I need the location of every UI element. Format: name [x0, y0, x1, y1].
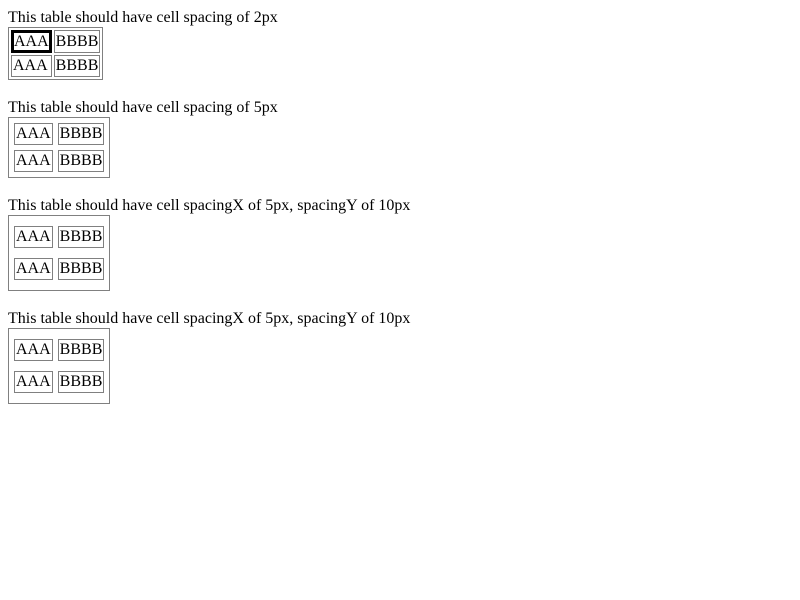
page: This table should have cell spacing of 2…: [8, 8, 792, 404]
table-row: AAA BBBB: [14, 123, 105, 145]
table-row: AAA BBBB: [11, 55, 101, 77]
table-cell[interactable]: AAA: [14, 371, 53, 393]
table-cell[interactable]: BBBB: [57, 371, 105, 393]
table-row: AAA BBBB: [11, 30, 101, 53]
table-cell[interactable]: BBBB: [53, 30, 101, 53]
section-caption: This table should have cell spacing of 5…: [8, 99, 278, 116]
table-cell[interactable]: BBBB: [57, 258, 105, 280]
spacing-table: AAA BBBB AAA BBBB: [8, 117, 111, 178]
table-row: AAA BBBB: [14, 150, 105, 172]
spacing-table: AAA BBBB AAA BBBB: [8, 27, 104, 80]
table-cell[interactable]: BBBB: [57, 226, 105, 248]
table-cell[interactable]: BBBB: [53, 55, 101, 77]
section-cell-spacing-xy: This table should have cell spacingX of …: [8, 196, 792, 291]
section-cell-spacing-2px: This table should have cell spacing of 2…: [8, 8, 792, 80]
table-cell[interactable]: AAA: [14, 150, 53, 172]
section-cell-spacing-5px: This table should have cell spacing of 5…: [8, 98, 792, 178]
section-caption: This table should have cell spacingX of …: [8, 197, 411, 214]
table-row: AAA BBBB: [14, 226, 105, 248]
section-caption: This table should have cell spacing of 2…: [8, 9, 278, 26]
table-cell[interactable]: BBBB: [57, 150, 105, 172]
table-cell[interactable]: AAA: [14, 258, 53, 280]
table-cell[interactable]: AAA: [11, 55, 52, 77]
table-row: AAA BBBB: [14, 371, 105, 393]
table-cell[interactable]: AAA: [14, 123, 53, 145]
table-row: AAA BBBB: [14, 339, 105, 361]
table-cell[interactable]: BBBB: [57, 123, 105, 145]
table-cell[interactable]: AAA: [11, 30, 52, 53]
spacing-table: AAA BBBB AAA BBBB: [8, 328, 111, 404]
table-cell[interactable]: AAA: [14, 339, 53, 361]
spacing-table: AAA BBBB AAA BBBB: [8, 215, 111, 291]
table-cell[interactable]: AAA: [14, 226, 53, 248]
table-cell[interactable]: BBBB: [57, 339, 105, 361]
section-cell-spacing-xy: This table should have cell spacingX of …: [8, 309, 792, 404]
section-caption: This table should have cell spacingX of …: [8, 310, 411, 327]
table-row: AAA BBBB: [14, 258, 105, 280]
